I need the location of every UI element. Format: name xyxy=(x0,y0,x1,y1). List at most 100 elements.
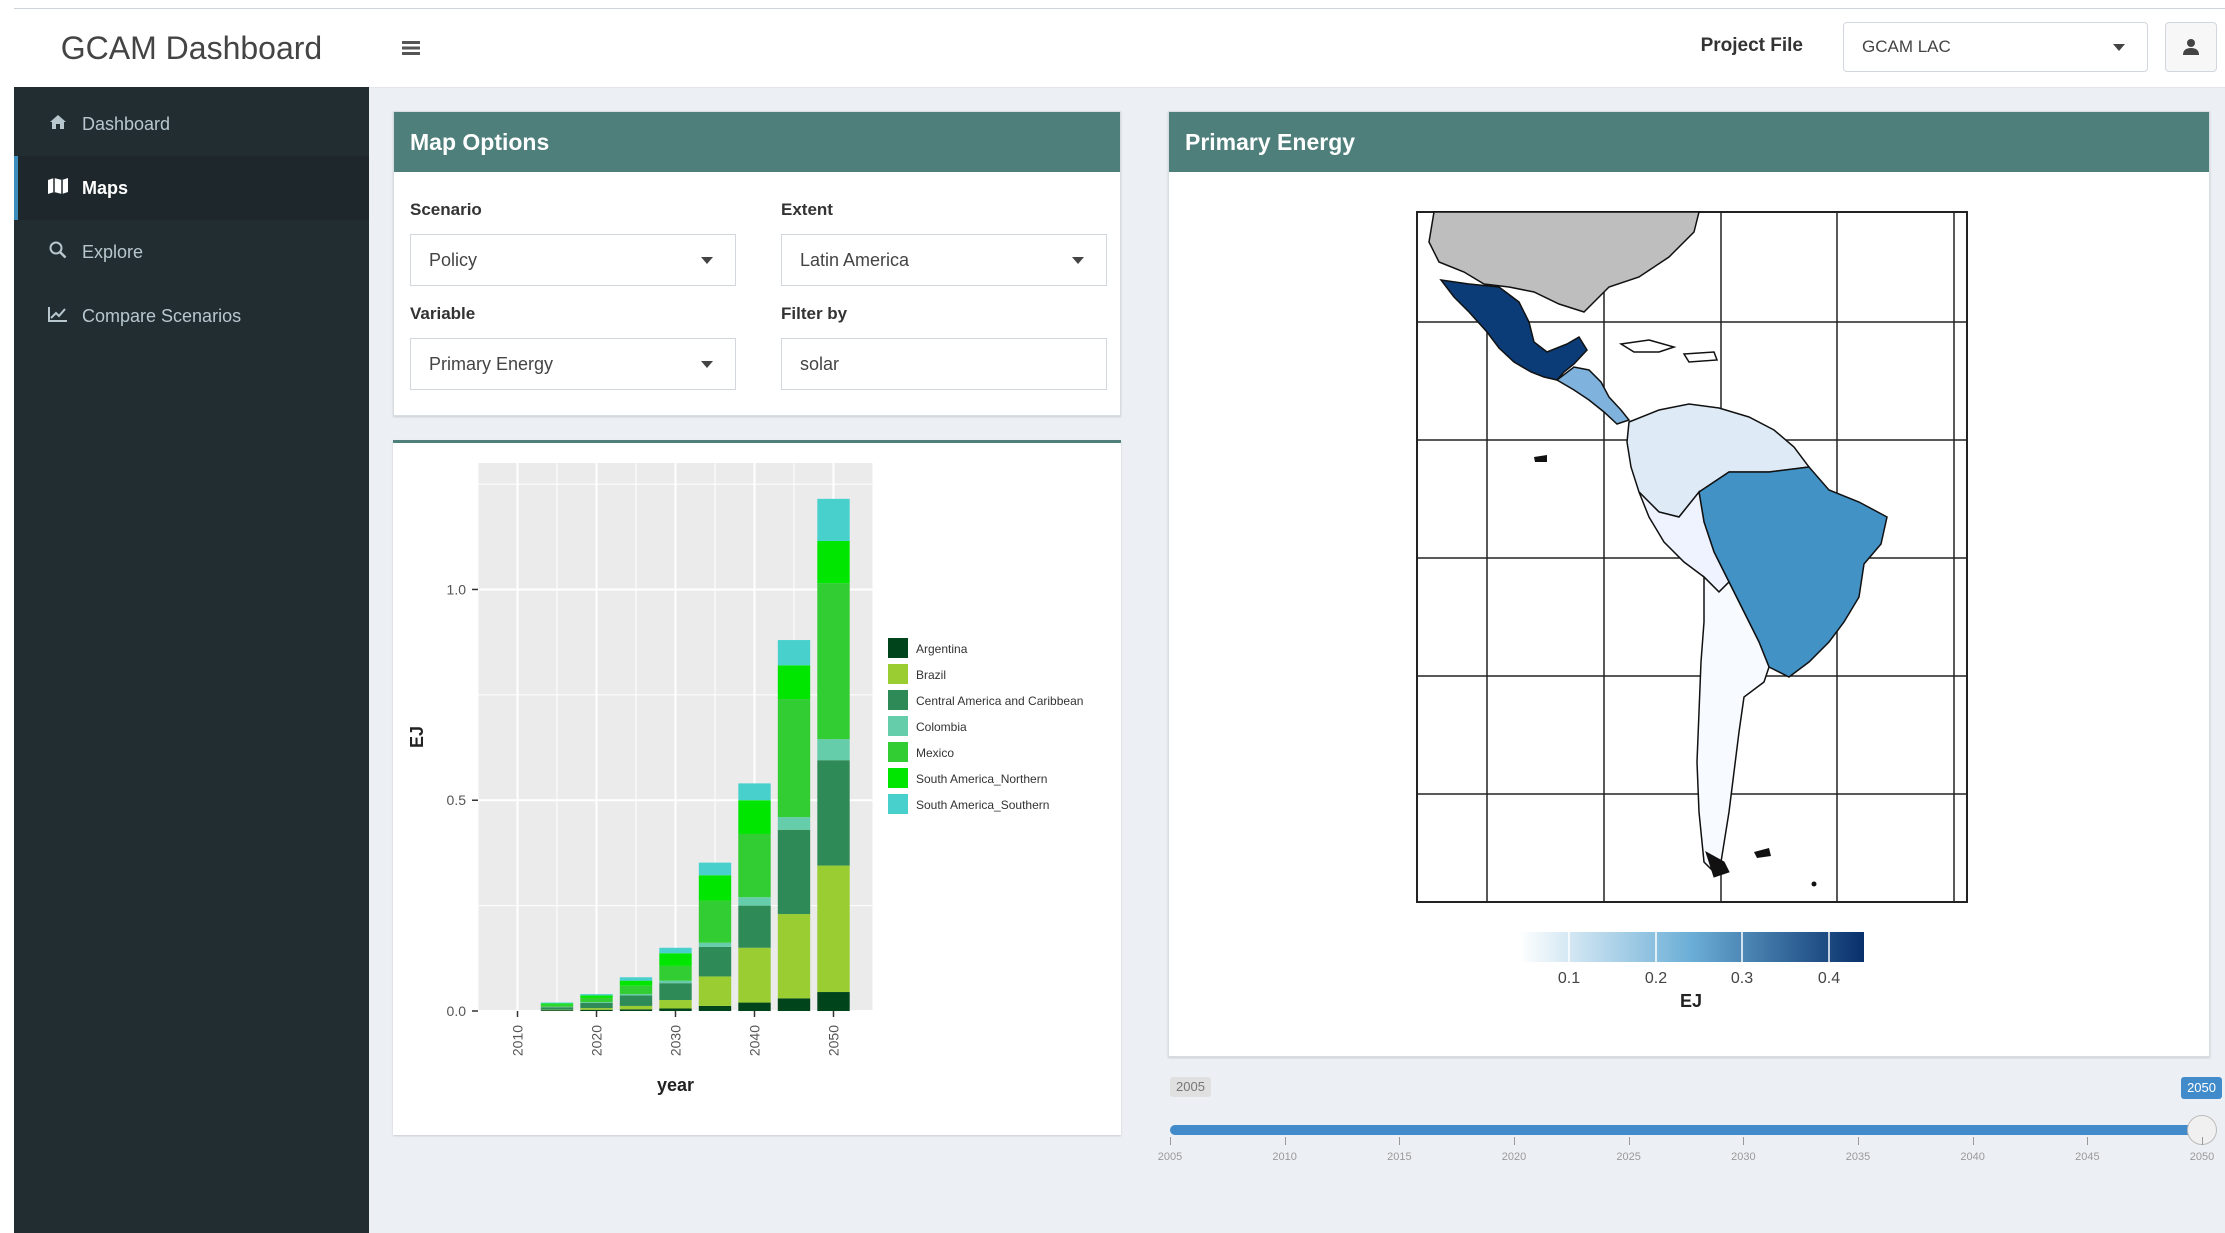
bar-segment xyxy=(817,760,850,866)
scenario-label: Scenario xyxy=(410,200,482,219)
chevron-down-icon xyxy=(1072,257,1084,264)
bar-segment xyxy=(540,1003,574,1005)
bar-segment xyxy=(619,1005,653,1010)
slider-tick xyxy=(2087,1137,2089,1145)
slider-tick-label: 2020 xyxy=(1501,1151,1527,1163)
bar-segment xyxy=(659,1008,692,1011)
x-axis-label: year xyxy=(657,1075,694,1095)
legend-swatch xyxy=(888,768,908,788)
dashboard-icon xyxy=(44,114,72,135)
bar-segment xyxy=(619,994,653,996)
slider-tick xyxy=(2202,1137,2203,1145)
y-tick-label: 0.0 xyxy=(447,1003,467,1019)
project-file-label: Project File xyxy=(1700,35,1803,56)
slider-current-badge: 2050 xyxy=(2181,1077,2222,1099)
bar-segment xyxy=(659,953,692,966)
legend-swatch xyxy=(888,664,908,684)
legend-unit-label: EJ xyxy=(1680,991,1702,1011)
legend-label: Colombia xyxy=(916,720,967,734)
x-tick-label: 2010 xyxy=(510,1025,526,1056)
slider-tick xyxy=(1514,1137,1515,1145)
slider-tick xyxy=(1628,1137,1630,1145)
project-file-select[interactable]: GCAM LAC xyxy=(1843,22,2148,72)
slider-tick-label: 2050 xyxy=(2189,1151,2215,1163)
legend-swatch xyxy=(888,716,908,736)
legend-swatch xyxy=(888,638,908,658)
bar-segment xyxy=(540,1004,574,1007)
slider-min-badge: 2005 xyxy=(1170,1077,1211,1097)
bar-segment xyxy=(738,833,771,898)
legend-swatch xyxy=(888,690,908,710)
filter-input[interactable]: solar xyxy=(781,338,1107,390)
map-icon xyxy=(44,177,72,199)
bar-segment xyxy=(580,994,613,996)
bar-segment xyxy=(698,1005,732,1011)
x-tick-label: 2030 xyxy=(668,1025,684,1056)
sidebar-item-label: Maps xyxy=(82,177,129,198)
bar-segment xyxy=(738,1002,771,1011)
hamburger-icon[interactable] xyxy=(394,31,428,65)
bar-segment xyxy=(817,739,850,761)
bar-segment xyxy=(698,942,732,947)
map-options-box: Map Options Scenario Policy Extent Latin… xyxy=(393,111,1121,416)
bar-segment xyxy=(580,1002,613,1003)
variable-select[interactable]: Primary Energy xyxy=(410,338,736,390)
variable-label: Variable xyxy=(410,304,476,323)
slider-tick-label: 2025 xyxy=(1616,1151,1641,1163)
sidebar: Dashboard Maps Explore Compare Scenarios xyxy=(14,87,369,1233)
bar-segment xyxy=(580,1002,613,1009)
bar-segment xyxy=(738,800,771,834)
map-options-title: Map Options xyxy=(394,112,1120,172)
slider-tick-label: 2010 xyxy=(1272,1151,1297,1163)
sidebar-item-explore[interactable]: Explore xyxy=(14,220,369,284)
legend-swatch xyxy=(888,742,908,762)
y-tick-label: 1.0 xyxy=(447,581,467,597)
slider-tick xyxy=(1743,1137,1745,1145)
slider-ticks: 2005 2010 2015 2020 2025 2030 2035 2040 2045 2050 xyxy=(1158,1137,2214,1177)
slider-tick-label: 2045 xyxy=(2075,1151,2100,1163)
slider-tick xyxy=(1972,1137,1974,1145)
bar-segment xyxy=(540,1007,574,1010)
bar-segment xyxy=(540,1002,574,1004)
slider-tick-label: 2035 xyxy=(1845,1151,1871,1163)
x-tick-label: 2050 xyxy=(826,1025,842,1056)
bar-segment xyxy=(580,995,613,998)
user-button[interactable] xyxy=(2165,22,2217,72)
bar-segment xyxy=(777,640,811,666)
bar-segment xyxy=(659,983,692,1001)
bar-segment xyxy=(817,498,850,541)
legend-label: Argentina xyxy=(916,642,968,656)
project-file-value: GCAM LAC xyxy=(1862,37,1951,56)
slider-tick xyxy=(1399,1137,1401,1145)
bar-segment xyxy=(777,665,811,700)
bar-segment xyxy=(738,783,771,801)
slider-tick xyxy=(1284,1137,1286,1145)
bar-segment xyxy=(580,1008,613,1010)
bar-segment xyxy=(738,897,771,906)
chevron-down-icon xyxy=(2113,44,2125,51)
bar-segment xyxy=(540,1010,574,1011)
sidebar-item-dashboard[interactable]: Dashboard xyxy=(14,92,369,156)
bar-segment xyxy=(698,946,732,977)
top-header: GCAM Dashboard Project File GCAM LAC xyxy=(14,8,2225,88)
extent-select[interactable]: Latin America xyxy=(781,234,1107,286)
filter-label: Filter by xyxy=(781,304,848,323)
extent-label: Extent xyxy=(781,200,833,219)
bar-segment xyxy=(777,817,811,830)
year-slider[interactable]: 2005 2050 2005 2010 2015 2020 2025 2030 2035 20… xyxy=(1158,1063,2222,1183)
x-tick-label: 2040 xyxy=(747,1025,763,1056)
slider-tick-label: 2005 xyxy=(1157,1151,1183,1163)
bar-segment xyxy=(619,1009,653,1011)
bar-segment xyxy=(738,947,771,1003)
bar-segment xyxy=(580,1009,613,1011)
stacked-bar-chart-box: 0.0 0.5 1.0 2010 2020 2030 2040 2050 year EJ Argen… xyxy=(393,440,1121,1135)
sidebar-item-compare-scenarios[interactable]: Compare Scenarios xyxy=(14,284,369,348)
sidebar-item-maps[interactable]: Maps xyxy=(14,156,369,220)
scenario-select[interactable]: Policy xyxy=(410,234,736,286)
bar-segment xyxy=(698,862,732,876)
bar-segment xyxy=(817,540,850,584)
bar-segment xyxy=(659,980,692,984)
bar-segment xyxy=(580,997,613,1003)
bar-segment xyxy=(619,980,653,986)
chevron-down-icon xyxy=(701,361,713,368)
